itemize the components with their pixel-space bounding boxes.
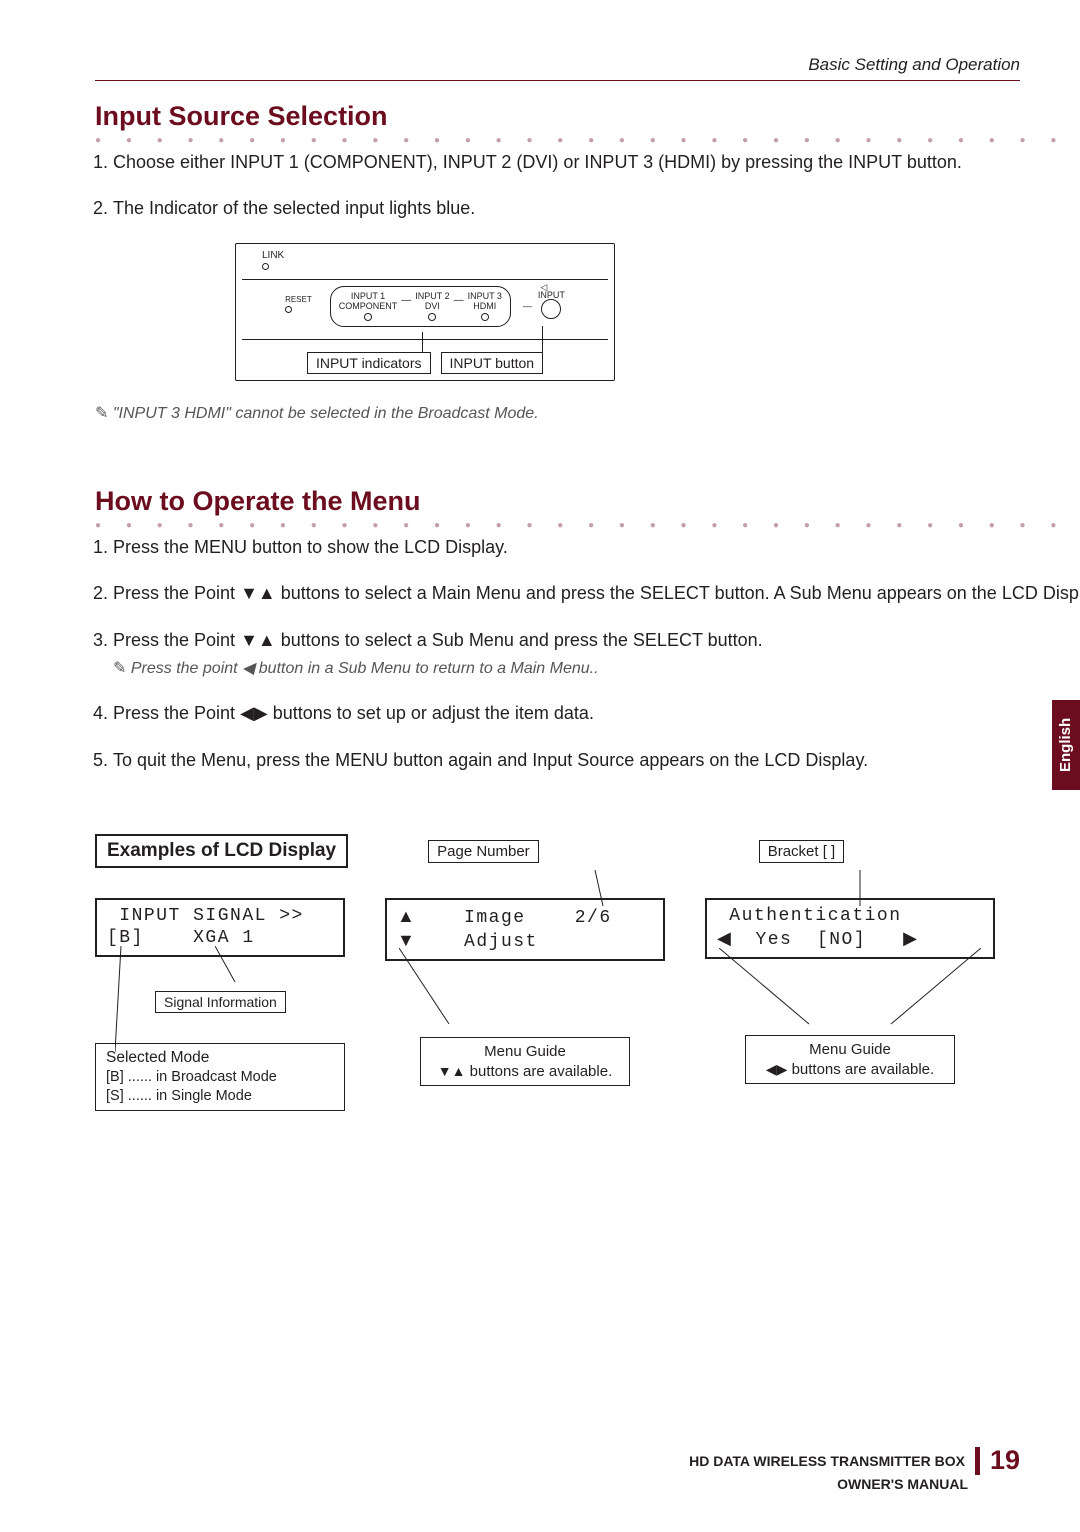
lcd3-line1: Authentication [717,906,902,926]
lcd1-line2: [B] XGA 1 [107,928,255,948]
footer-line1: HD DATA WIRELESS TRANSMITTER BOX [689,1453,965,1469]
in2-sub: DVI [415,301,449,311]
lcd3-line2: Yes [NO] [731,930,866,950]
callout-input-button: INPUT button [441,352,544,374]
selected-mode-s: [S] ...... in Single Mode [106,1087,334,1106]
section-input-source: Input Source Selection ● ● ● ● ● ● ● ● ●… [95,89,1020,446]
language-tab: English [1052,700,1080,790]
bracket-callout: Bracket [ ] [759,840,845,863]
section1-step2: The Indicator of the selected input ligh… [113,196,1080,220]
section-operate-menu: How to Operate the Menu ● ● ● ● ● ● ● ● … [95,474,1020,794]
reset-label: RESET [285,295,312,304]
link-label: LINK [262,250,284,261]
section1-note: "INPUT 3 HDMI" cannot be selected in the… [95,403,1080,423]
section1-step1: Choose either INPUT 1 (COMPONENT), INPUT… [113,150,1080,174]
leader-line-icon [855,870,865,910]
menu-guide-lr: ◀▶ buttons are available. [756,1060,944,1080]
menu-guide-label: Menu Guide [431,1042,619,1062]
footer-line2: OWNER'S MANUAL [689,1476,968,1492]
reset-led-icon [285,306,292,313]
in2-led-icon [428,313,436,321]
section2-title: How to Operate the Menu [95,486,1080,517]
input-button-icon [541,299,561,319]
section2-step3-note: Press the point ◀ button in a Sub Menu t… [113,658,1080,680]
triangle-left-icon: ◀ [766,1062,777,1076]
menu-guide-va: ▼▲ ▼▲ buttons are available.buttons are … [431,1062,619,1082]
dot-rule: ● ● ● ● ● ● ● ● ● ● ● ● ● ● ● ● ● ● ● ● … [95,521,1080,531]
leader-line-icon [399,948,459,1028]
link-led-icon [262,263,269,270]
page-number-callout: Page Number [428,840,539,863]
header-section-label: Basic Setting and Operation [808,55,1020,75]
leader-line-icon [215,946,245,986]
triangle-down-icon: ▼ [438,1064,452,1078]
header-rule: Basic Setting and Operation [95,80,1020,81]
selected-mode-b: [B] ...... in Broadcast Mode [106,1068,334,1087]
lcd-examples-section: Examples of LCD Display Page Number Brac… [95,834,1020,1111]
triangle-down-icon: ▼ [397,930,415,950]
in1-label: INPUT 1 [339,291,398,301]
menu-guide-label-2: Menu Guide [756,1040,944,1060]
leader-line-icon [585,870,605,910]
triangle-left-icon: ◀ [717,928,731,948]
callout-indicators: INPUT indicators [307,352,431,374]
in1-led-icon [364,313,372,321]
page: English Basic Setting and Operation Inpu… [0,0,1080,1532]
lcd2-line1: Image 2/6 [415,908,612,928]
page-footer: HD DATA WIRELESS TRANSMITTER BOX 19 OWNE… [689,1445,1020,1492]
section2-step4: Press the Point ◀▶ buttons to set up or … [113,701,1080,725]
selected-mode-title: Selected Mode [106,1048,334,1068]
in1-sub: COMPONENT [339,301,398,311]
leader-line-icon [115,946,125,1056]
in2-label: INPUT 2 [415,291,449,301]
triangle-up-icon: ▲ [452,1064,466,1078]
section1-title: Input Source Selection [95,101,1080,132]
signal-info-callout: Signal Information [155,991,286,1013]
dot-rule: ● ● ● ● ● ● ● ● ● ● ● ● ● ● ● ● ● ● ● ● … [95,136,1080,146]
lcd-title: Examples of LCD Display [95,834,348,868]
lcd1-line1: INPUT SIGNAL >> [107,906,304,926]
in3-label: INPUT 3 [468,291,502,301]
section2-step5: To quit the Menu, press the MENU button … [113,748,1080,772]
in3-sub: HDMI [468,301,502,311]
leader-line-icon [719,948,819,1028]
triangle-right-icon: ▶ [903,928,917,948]
triangle-right-icon: ▶ [777,1062,788,1076]
footer-separator-icon [975,1447,980,1475]
page-number: 19 [990,1445,1020,1476]
device-panel-diagram: LINK RESET INPUT 1COMPONENT — INPUT 2DVI [235,243,615,381]
triangle-up-icon: ▲ [397,906,415,926]
in3-led-icon [481,313,489,321]
section2-step3: Press the Point ▼▲ buttons to select a S… [113,630,763,650]
leader-line-icon [881,948,981,1028]
section2-step2: Press the Point ▼▲ buttons to select a M… [113,581,1080,605]
section2-step1: Press the MENU button to show the LCD Di… [113,535,1080,559]
